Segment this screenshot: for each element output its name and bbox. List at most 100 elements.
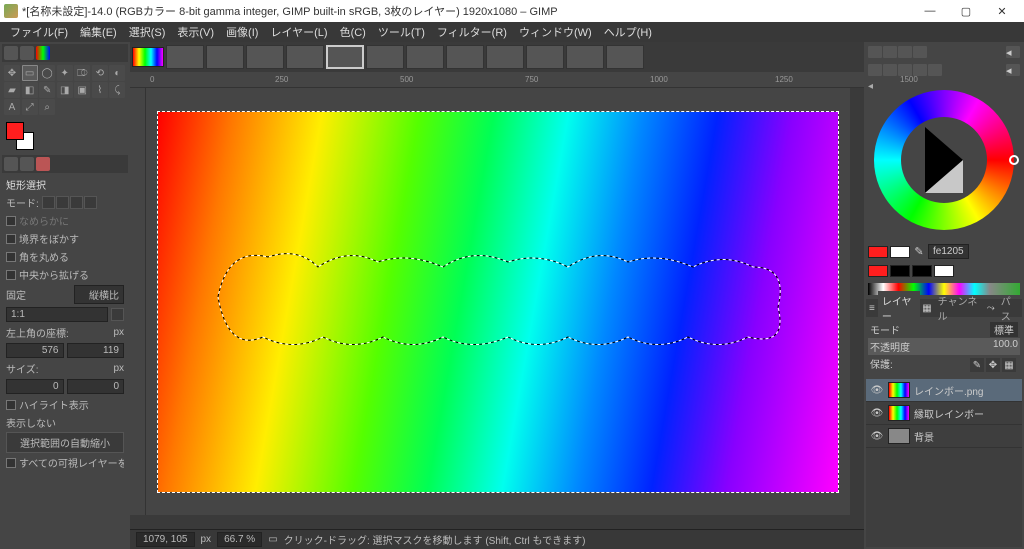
thumb-12[interactable] <box>606 45 644 69</box>
minimize-button[interactable]: — <box>912 0 948 22</box>
size-unit[interactable]: px <box>113 363 124 374</box>
thumb-2[interactable] <box>206 45 244 69</box>
dock-tab-3[interactable] <box>36 46 50 60</box>
thumb-1[interactable] <box>166 45 204 69</box>
tool-clone[interactable]: ▣ <box>74 82 90 98</box>
thumb-3[interactable] <box>246 45 284 69</box>
chk-alllayers[interactable] <box>6 458 16 468</box>
menu-windows[interactable]: ウィンドウ(W) <box>513 22 598 42</box>
thumb-8[interactable] <box>446 45 484 69</box>
lock-pixels-icon[interactable]: ✎ <box>970 358 984 372</box>
chk-expand-center[interactable] <box>6 270 16 280</box>
canvas-area[interactable] <box>146 88 850 515</box>
gradient-swatch[interactable] <box>132 47 164 67</box>
thumb-11[interactable] <box>566 45 604 69</box>
layer-name[interactable]: レインボー.png <box>914 383 1018 398</box>
tool-warp[interactable]: ◐ <box>109 65 125 81</box>
wheel-handle[interactable] <box>1009 155 1019 165</box>
mode-intersect[interactable] <box>84 196 97 209</box>
val-pos-x[interactable]: 576 <box>6 343 64 358</box>
opacity-value[interactable]: 100.0 <box>993 339 1018 354</box>
r-tab-b-menu[interactable]: ◂ <box>1006 64 1020 76</box>
swatch-prev[interactable] <box>890 246 910 258</box>
tool-picker[interactable]: ⤢ <box>22 99 38 115</box>
scrollbar-horizontal[interactable] <box>130 515 864 529</box>
visibility-icon[interactable]: 👁 <box>870 385 884 396</box>
tool-opt-tab-3[interactable] <box>36 157 50 171</box>
hex-input[interactable]: fe1205 <box>928 244 969 259</box>
thumb-6[interactable] <box>366 45 404 69</box>
menu-tools[interactable]: ツール(T) <box>372 22 431 42</box>
tool-zoom[interactable]: ⌕ <box>39 99 55 115</box>
chk-highlight[interactable] <box>6 400 16 410</box>
tool-path[interactable]: ⤹ <box>109 82 125 98</box>
thumb-9[interactable] <box>486 45 524 69</box>
tool-gradient[interactable]: ◧ <box>22 82 38 98</box>
lock-alpha-icon[interactable]: ▦ <box>1002 358 1016 372</box>
tool-fuzzy[interactable]: ✦ <box>57 65 73 81</box>
tool-opt-tab-1[interactable] <box>4 157 18 171</box>
mode-add[interactable] <box>56 196 69 209</box>
tool-crop[interactable]: ⎄ <box>74 65 90 81</box>
tool-rect-select[interactable]: ▭ <box>22 65 38 81</box>
val-fixed-mode[interactable]: 縦横比 <box>74 285 124 304</box>
r-tab-1[interactable] <box>868 46 882 58</box>
fg-bg-swatches[interactable] <box>6 122 34 150</box>
mode-subtract[interactable] <box>70 196 83 209</box>
tool-smudge[interactable]: ⌇ <box>92 82 108 98</box>
pos-unit[interactable]: px <box>113 327 124 338</box>
menu-edit[interactable]: 編集(E) <box>74 22 123 42</box>
swatch-3[interactable] <box>912 265 932 277</box>
tool-pencil[interactable]: ✎ <box>39 82 55 98</box>
swatch-current[interactable] <box>868 246 888 258</box>
val-size-h[interactable]: 0 <box>67 379 125 394</box>
val-pos-y[interactable]: 119 <box>67 343 125 358</box>
swatch-4[interactable] <box>934 265 954 277</box>
visibility-icon[interactable]: 👁 <box>870 408 884 419</box>
mode-value[interactable]: 標準 <box>990 322 1018 337</box>
scrollbar-vertical[interactable] <box>850 88 864 515</box>
btn-autoshrink[interactable]: 選択範囲の自動縮小 <box>6 432 124 453</box>
lock-position-icon[interactable]: ✥ <box>986 358 1000 372</box>
tool-move[interactable]: ✥ <box>4 65 20 81</box>
tool-bucket[interactable]: ▰ <box>4 82 20 98</box>
collapse-icon[interactable]: ◂ <box>868 82 878 92</box>
chk-feather[interactable] <box>6 234 16 244</box>
menu-layer[interactable]: レイヤー(L) <box>264 22 333 42</box>
val-ratio[interactable]: 1:1 <box>6 307 108 322</box>
chk-antialias[interactable] <box>6 216 16 226</box>
visibility-icon[interactable]: 👁 <box>870 431 884 442</box>
tool-rotate[interactable]: ⟲ <box>92 65 108 81</box>
tool-text[interactable]: A <box>4 99 20 115</box>
menu-view[interactable]: 表示(V) <box>171 22 220 42</box>
r-tab-b1[interactable] <box>868 64 882 76</box>
layer-item[interactable]: 👁 縁取レインボー <box>866 402 1022 425</box>
r-tab-3[interactable] <box>898 46 912 58</box>
eyedropper-icon[interactable]: ✎ <box>912 245 926 258</box>
tool-eraser[interactable]: ◨ <box>57 82 73 98</box>
tool-free-select[interactable]: ◯ <box>39 65 55 81</box>
thumb-5[interactable] <box>326 45 364 69</box>
val-size-w[interactable]: 0 <box>6 379 64 394</box>
mode-replace[interactable] <box>42 196 55 209</box>
swatch-bg[interactable] <box>890 265 910 277</box>
r-tab-4[interactable] <box>913 46 927 58</box>
fg-color-swatch[interactable] <box>6 122 24 140</box>
canvas[interactable] <box>158 112 838 492</box>
r-tab-menu[interactable]: ◂ <box>1006 46 1020 58</box>
dock-tab-tools[interactable] <box>4 46 18 60</box>
layer-name[interactable]: 縁取レインボー <box>914 406 1018 421</box>
maximize-button[interactable]: ▢ <box>948 0 984 22</box>
menu-select[interactable]: 選択(S) <box>123 22 172 42</box>
ratio-orient[interactable] <box>111 308 124 321</box>
r-tab-2[interactable] <box>883 46 897 58</box>
r-tab-b5[interactable] <box>928 64 942 76</box>
layer-name[interactable]: 背景 <box>914 429 1018 444</box>
menu-filters[interactable]: フィルター(R) <box>431 22 513 42</box>
layer-item[interactable]: 👁 レインボー.png <box>866 379 1022 402</box>
status-unit[interactable]: px <box>201 534 212 545</box>
tool-opt-tab-2[interactable] <box>20 157 34 171</box>
thumb-10[interactable] <box>526 45 564 69</box>
status-zoom[interactable]: 66.7 % <box>217 532 262 547</box>
menu-image[interactable]: 画像(I) <box>220 22 264 42</box>
